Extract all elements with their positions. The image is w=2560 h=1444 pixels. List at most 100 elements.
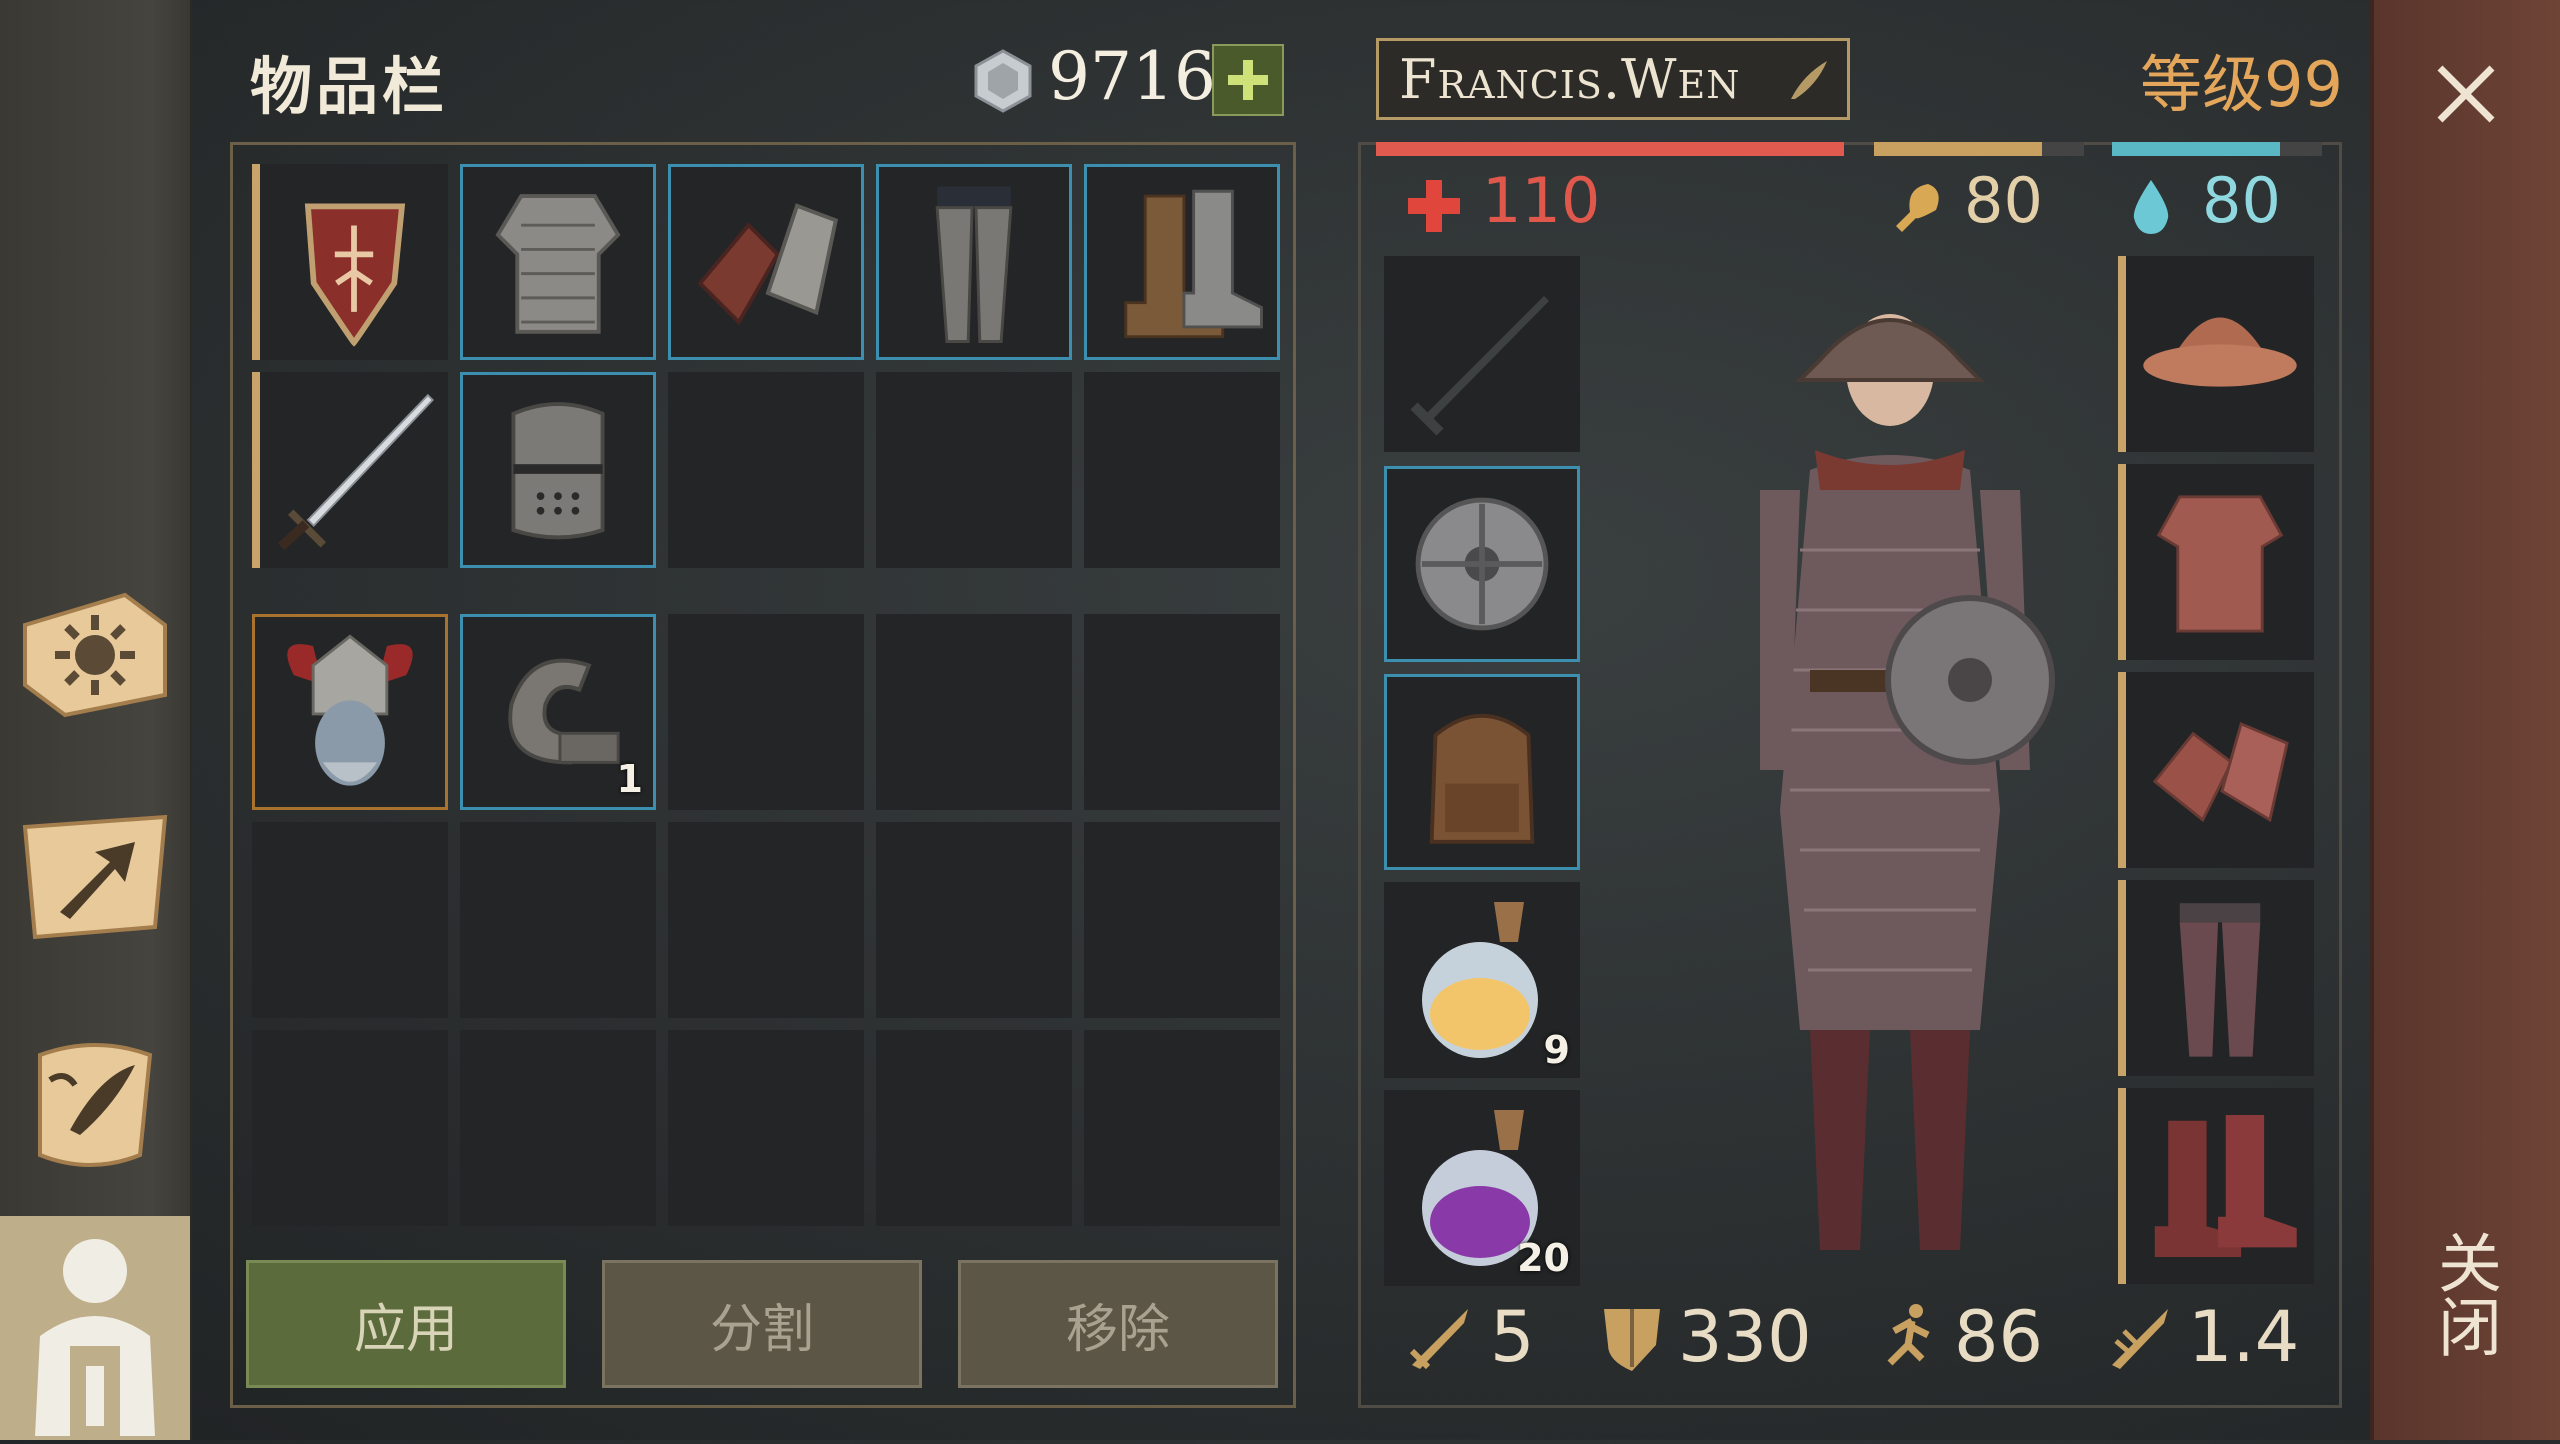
inventory-slot-empty[interactable] <box>460 1030 656 1226</box>
quest-book-button[interactable] <box>10 570 180 740</box>
boots-icon <box>1124 189 1263 339</box>
speed-value: 86 <box>1954 1296 2044 1378</box>
inventory-slot-iron-ring[interactable]: 1 <box>460 614 656 810</box>
inventory-slot-empty[interactable] <box>876 822 1072 1018</box>
character-silhouette-icon <box>35 1239 155 1436</box>
inventory-slot-empty[interactable] <box>876 614 1072 810</box>
swift-sword-icon <box>2112 1309 2168 1369</box>
health-bar <box>1376 142 1844 156</box>
running-figure-icon <box>1887 1304 1930 1366</box>
inventory-slot-sword[interactable] <box>252 372 448 568</box>
character-name-box[interactable]: Francis.Wen <box>1376 38 1850 120</box>
kite-shield-icon <box>304 203 406 347</box>
inventory-slot-boots[interactable] <box>1084 164 1280 360</box>
character-model[interactable] <box>1700 290 2080 1280</box>
plus-icon <box>1228 60 1268 100</box>
legs-armor-slot[interactable] <box>2118 880 2314 1076</box>
round-shield-icon <box>1415 497 1549 631</box>
map-arrow-icon <box>22 814 168 940</box>
water-drop-icon <box>2133 180 2169 234</box>
backpack-icon <box>1429 713 1535 844</box>
inventory-slot-empty[interactable] <box>460 822 656 1018</box>
inventory-slot-empty[interactable] <box>1084 822 1280 1018</box>
health-cross-icon <box>1408 180 1460 232</box>
kettle-hat-icon <box>2143 317 2297 387</box>
inventory-slot-empty[interactable] <box>668 822 864 1018</box>
silver-coin-icon <box>974 49 1032 113</box>
split-button[interactable]: 分割 <box>602 1260 922 1388</box>
head-armor-slot[interactable] <box>2118 256 2314 452</box>
inventory-slot-empty[interactable] <box>1084 1030 1280 1226</box>
hunger-bar <box>1874 142 2084 156</box>
feet-armor-slot[interactable] <box>2118 1088 2314 1284</box>
apply-button[interactable]: 应用 <box>246 1260 566 1388</box>
item-count: 20 <box>1517 1236 1570 1280</box>
sun-book-icon <box>23 592 167 718</box>
close-panel[interactable] <box>2370 0 2560 1440</box>
thirst-value: 80 <box>2202 164 2281 237</box>
weapon-slot[interactable] <box>1384 256 1580 452</box>
close-label[interactable]: 关闭 <box>2420 1230 2510 1358</box>
attack-speed-stat: 1.4 <box>2104 1296 2299 1378</box>
inventory-slot-empty[interactable] <box>252 1030 448 1226</box>
inventory-slot-empty[interactable] <box>668 614 864 810</box>
inventory-slot-horned-head[interactable] <box>252 614 448 810</box>
great-helm-icon <box>511 402 605 540</box>
left-menu-rail <box>0 0 192 1440</box>
inventory-slot-empty[interactable] <box>876 1030 1072 1226</box>
character-name: Francis.Wen <box>1399 47 1741 111</box>
inventory-title: 物品栏 <box>250 50 449 123</box>
sword-silhouette-icon <box>1410 296 1549 436</box>
remove-button[interactable]: 移除 <box>958 1260 1278 1388</box>
shield-slot[interactable] <box>1384 466 1580 662</box>
inventory-slot-empty[interactable] <box>1084 614 1280 810</box>
scroll-quill-icon <box>38 1043 153 1167</box>
defense-value: 330 <box>1678 1296 1812 1378</box>
potion-slot-yellow[interactable]: 9 <box>1384 882 1580 1078</box>
leg-armor-icon <box>935 186 1013 343</box>
quill-edit-icon[interactable] <box>1783 55 1833 105</box>
inventory-slot-empty[interactable] <box>668 372 864 568</box>
attack-stat: 5 <box>1404 1296 1535 1378</box>
inventory-slot-empty[interactable] <box>668 1030 864 1226</box>
character-level: 等级99 <box>2140 48 2343 121</box>
horned-head-trophy-icon <box>287 634 413 786</box>
inventory-slot-scale-armor[interactable] <box>460 164 656 360</box>
journal-button[interactable] <box>10 1020 180 1190</box>
sword-icon <box>277 393 434 551</box>
potion-slot-purple[interactable]: 20 <box>1384 1090 1580 1286</box>
inventory-slot-empty[interactable] <box>252 822 448 1018</box>
attack-value: 5 <box>1490 1296 1535 1378</box>
meat-hunger-icon <box>1896 184 1939 232</box>
thirst-bar <box>2112 142 2322 156</box>
inventory-slot-empty[interactable] <box>1084 372 1280 568</box>
shield-defense-icon <box>1604 1309 1660 1371</box>
map-button[interactable] <box>10 792 180 962</box>
inventory-slot-gauntlets[interactable] <box>668 164 864 360</box>
inventory-slot-great-helm[interactable] <box>460 372 656 568</box>
attack-sword-icon <box>1409 1309 1468 1370</box>
inventory-slot-leg-armor[interactable] <box>876 164 1072 360</box>
hunger-value: 80 <box>1964 164 2043 237</box>
body-armor-slot[interactable] <box>2118 464 2314 660</box>
attack-speed-value: 1.4 <box>2188 1296 2300 1378</box>
mittens-icon <box>2152 722 2289 823</box>
defense-stat: 330 <box>1598 1296 1812 1378</box>
item-count: 1 <box>616 757 643 801</box>
character-tab-active[interactable] <box>0 1216 190 1440</box>
chainmail-shirt-icon <box>2156 495 2284 633</box>
hands-armor-slot[interactable] <box>2118 672 2314 868</box>
backpack-slot[interactable] <box>1384 674 1580 870</box>
health-value: 110 <box>1482 164 1601 237</box>
silver-amount: 9716 <box>1048 38 1216 115</box>
speed-stat: 86 <box>1872 1296 2043 1378</box>
gauntlets-icon <box>697 203 839 326</box>
item-count: 9 <box>1543 1028 1570 1072</box>
close-icon[interactable] <box>2430 58 2502 130</box>
inventory-slot-shield[interactable] <box>252 164 448 360</box>
add-silver-button[interactable] <box>1212 44 1284 116</box>
leather-boots-icon <box>2154 1115 2297 1257</box>
inventory-slot-empty[interactable] <box>876 372 1072 568</box>
scale-armor-icon <box>495 194 621 334</box>
chausses-icon <box>2179 903 2261 1057</box>
